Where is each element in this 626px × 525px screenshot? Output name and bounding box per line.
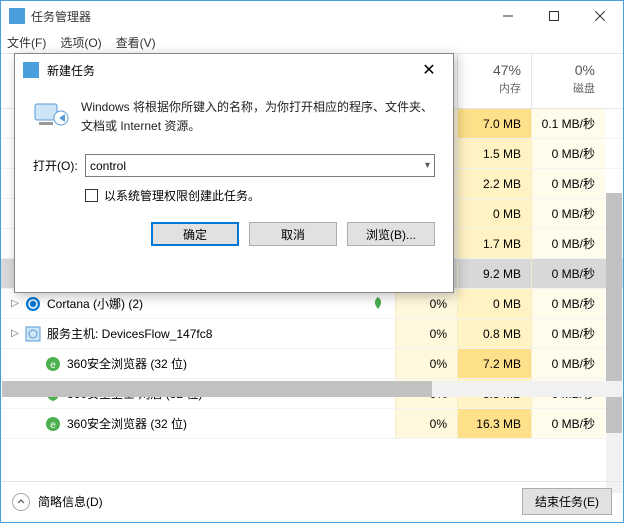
expand-details-button[interactable] xyxy=(12,493,30,511)
memory-cell: 9.2 MB xyxy=(457,259,531,288)
memory-cell: 7.0 MB xyxy=(457,109,531,138)
maximize-button[interactable] xyxy=(531,1,577,31)
svg-text:e: e xyxy=(50,420,56,431)
process-name: Cortana (小娜) (2) xyxy=(47,295,367,312)
cpu-cell: 0% xyxy=(395,319,457,348)
close-button[interactable] xyxy=(577,1,623,31)
ok-button[interactable]: 确定 xyxy=(151,222,239,246)
horizontal-scrollbar-thumb[interactable] xyxy=(2,381,432,397)
disk-cell: 0 MB/秒 xyxy=(531,199,605,228)
column-disk[interactable]: 0% 磁盘 xyxy=(531,54,605,108)
process-name: 360安全浏览器 (32 位) xyxy=(67,355,367,372)
memory-cell: 16.3 MB xyxy=(457,409,531,438)
disk-cell: 0 MB/秒 xyxy=(531,259,605,288)
svg-text:e: e xyxy=(50,360,56,371)
window-title: 任务管理器 xyxy=(31,8,485,25)
minimize-button[interactable] xyxy=(485,1,531,31)
disk-cell: 0 MB/秒 xyxy=(531,319,605,348)
memory-cell: 2.2 MB xyxy=(457,169,531,198)
process-row[interactable]: ▷ 服务主机: DevicesFlow_147fc8 0%0.8 MB0 MB/秒 xyxy=(1,319,623,349)
column-memory[interactable]: 47% 内存 xyxy=(457,54,531,108)
open-combobox[interactable]: ▾ xyxy=(85,154,435,177)
dialog-description: Windows 将根据你所键入的名称，为你打开相应的程序、文件夹、文档或 Int… xyxy=(81,98,435,136)
memory-cell: 0.8 MB xyxy=(457,319,531,348)
process-row[interactable]: e 360安全浏览器 (32 位) 0%7.2 MB0 MB/秒 xyxy=(1,349,623,379)
disk-cell: 0 MB/秒 xyxy=(531,289,605,318)
open-input[interactable] xyxy=(90,159,430,173)
dialog-icon xyxy=(23,62,39,78)
app-icon xyxy=(9,8,25,24)
footer: 简略信息(D) 结束任务(E) xyxy=(2,481,622,521)
disk-cell: 0 MB/秒 xyxy=(531,349,605,378)
expand-toggle[interactable]: ▷ xyxy=(7,328,23,339)
process-icon: e xyxy=(45,356,61,372)
memory-cell: 7.2 MB xyxy=(457,349,531,378)
dialog-title: 新建任务 xyxy=(47,62,413,79)
admin-checkbox[interactable] xyxy=(85,189,98,202)
open-label: 打开(O): xyxy=(33,157,85,174)
task-manager-window: 任务管理器 文件(F) 选项(O) 查看(V) 47% 内存 0% 磁盘 xyxy=(0,0,624,523)
process-row[interactable]: ▷ Cortana (小娜) (2) 0%0 MB0 MB/秒 xyxy=(1,289,623,319)
disk-cell: 0 MB/秒 xyxy=(531,409,605,438)
menubar: 文件(F) 选项(O) 查看(V) xyxy=(1,31,623,53)
dialog-titlebar[interactable]: 新建任务 ✕ xyxy=(15,54,453,86)
process-name: 服务主机: DevicesFlow_147fc8 xyxy=(47,325,367,342)
memory-cell: 0 MB xyxy=(457,289,531,318)
expand-toggle[interactable]: ▷ xyxy=(7,298,23,309)
dialog-close-button[interactable]: ✕ xyxy=(413,60,445,80)
titlebar[interactable]: 任务管理器 xyxy=(1,1,623,31)
process-icon xyxy=(25,326,41,342)
disk-cell: 0.1 MB/秒 xyxy=(531,109,605,138)
menu-options[interactable]: 选项(O) xyxy=(60,34,101,51)
cpu-cell: 0% xyxy=(395,409,457,438)
cpu-cell: 0% xyxy=(395,349,457,378)
run-icon xyxy=(33,98,69,130)
disk-cell: 0 MB/秒 xyxy=(531,229,605,258)
menu-file[interactable]: 文件(F) xyxy=(7,34,46,51)
cpu-cell: 0% xyxy=(395,289,457,318)
menu-view[interactable]: 查看(V) xyxy=(116,34,156,51)
browse-button[interactable]: 浏览(B)... xyxy=(347,222,435,246)
process-icon xyxy=(25,296,41,312)
memory-cell: 1.7 MB xyxy=(457,229,531,258)
admin-checkbox-label: 以系统管理权限创建此任务。 xyxy=(104,187,260,204)
combobox-arrow-icon[interactable]: ▾ xyxy=(425,160,430,171)
cancel-button[interactable]: 取消 xyxy=(249,222,337,246)
new-task-dialog: 新建任务 ✕ Windows 将根据你所键入的名称，为你打开相应的程序、文件夹、… xyxy=(14,53,454,293)
process-row[interactable]: e 360安全浏览器 (32 位) 0%16.3 MB0 MB/秒 xyxy=(1,409,623,439)
end-task-button[interactable]: 结束任务(E) xyxy=(522,488,612,515)
process-name: 360安全浏览器 (32 位) xyxy=(67,415,367,432)
memory-cell: 0 MB xyxy=(457,199,531,228)
memory-cell: 1.5 MB xyxy=(457,139,531,168)
process-icon: e xyxy=(45,416,61,432)
disk-cell: 0 MB/秒 xyxy=(531,139,605,168)
disk-cell: 0 MB/秒 xyxy=(531,169,605,198)
vertical-scrollbar-thumb[interactable] xyxy=(606,193,622,433)
brief-info-label[interactable]: 简略信息(D) xyxy=(38,493,103,510)
leaf-icon xyxy=(371,296,387,312)
